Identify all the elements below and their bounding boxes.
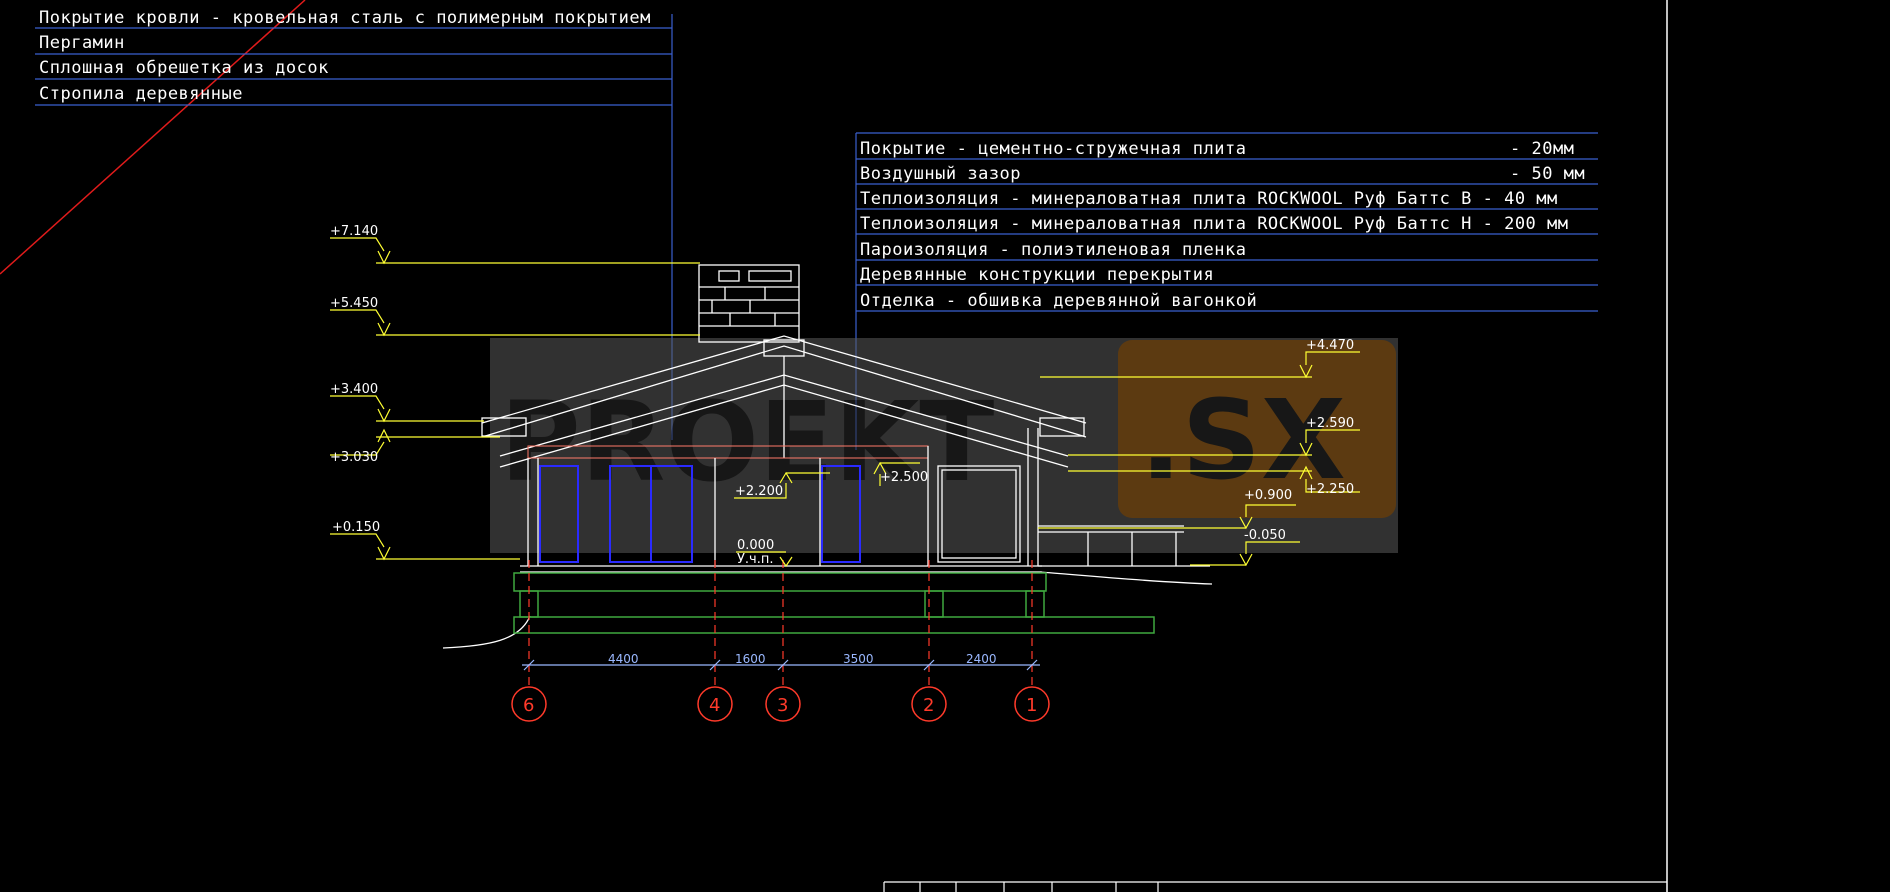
ceiling-layer-3: Теплоизоляция - минераловатная плита ROC… [860, 189, 1558, 209]
axis-centre-lines [528, 560, 1033, 688]
ceiling-layer-6: Деревянные конструкции перекрытия [860, 265, 1214, 285]
roof-layer-2: Пергамин [39, 33, 125, 53]
elevation-left-1: +7.140 [330, 224, 378, 239]
dimension-line [522, 659, 1040, 671]
elevation-zero: 0.000 [737, 538, 774, 553]
ceiling-layer-4: Теплоизоляция - минераловатная плита ROC… [860, 214, 1569, 234]
elevation-left-2: +5.450 [330, 296, 378, 311]
elevation-inner-2: +2.500 [880, 470, 928, 485]
ceiling-layer-7: Отделка - обшивка деревянной вагонкой [860, 291, 1257, 311]
elevation-right-3: +2.250 [1306, 482, 1354, 497]
ground-level-label: У.ч.п. [737, 552, 774, 567]
elevation-right-2: +2.590 [1306, 416, 1354, 431]
dimension-3: 3500 [843, 652, 874, 666]
axis-label-1: 1 [1026, 695, 1037, 716]
roof-layer-1: Покрытие кровли - кровельная сталь с пол… [39, 8, 651, 28]
dimension-2: 1600 [735, 652, 766, 666]
elevation-inner-1: +2.200 [735, 484, 783, 499]
ceiling-layer-1: Покрытие - цементно-стружечная плита [860, 139, 1246, 159]
ceiling-layer-2: Воздушный зазор [860, 164, 1021, 184]
axis-label-4: 4 [709, 695, 720, 716]
axis-label-3: 3 [777, 695, 788, 716]
drawing-canvas: Покрытие кровли - кровельная сталь с пол… [0, 0, 1668, 892]
roof-layer-3: Сплошная обрешетка из досок [39, 58, 329, 78]
elevation-right-5: -0.050 [1244, 528, 1286, 543]
elevation-right-1: +4.470 [1306, 338, 1354, 353]
elevation-left-4: +3.030 [330, 450, 378, 465]
elevation-left-3: +3.400 [330, 382, 378, 397]
axis-label-2: 2 [923, 695, 934, 716]
elevation-left-5: +0.150 [332, 520, 380, 535]
foundation [513, 572, 1155, 634]
ceiling-layer-1-value: - 20мм [1510, 139, 1574, 159]
elevation-right-4: +0.900 [1244, 488, 1292, 503]
ceiling-layer-5: Пароизоляция - полиэтиленовая пленка [860, 240, 1246, 260]
dimension-4: 2400 [966, 652, 997, 666]
dimension-1: 4400 [608, 652, 639, 666]
roof-layer-4: Стропила деревянные [39, 84, 243, 104]
ceiling-layer-2-value: - 50 мм [1510, 164, 1585, 184]
title-block [883, 881, 1667, 892]
axis-label-6: 6 [523, 695, 534, 716]
